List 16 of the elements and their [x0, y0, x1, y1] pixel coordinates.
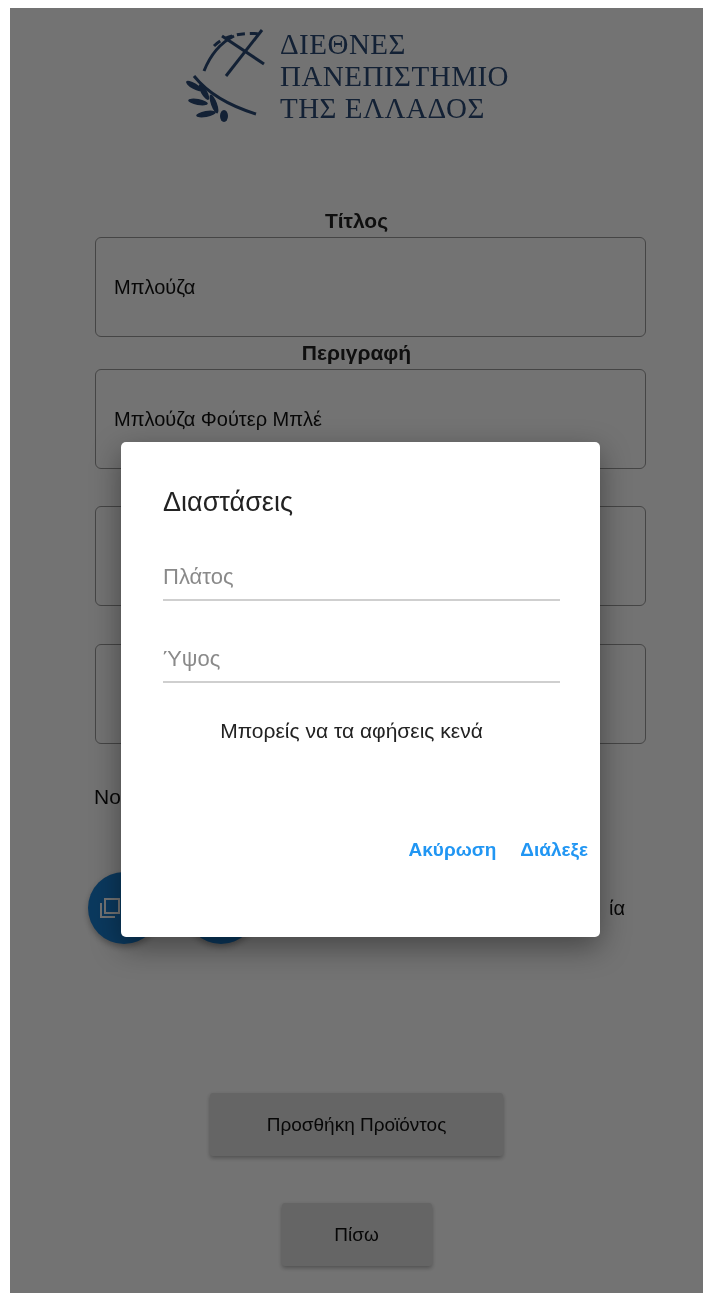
photo-caption: ία [609, 896, 625, 920]
field-label: Τίτλος [324, 209, 389, 233]
dimension-input[interactable]: Πλάτος [163, 555, 560, 601]
add-product-button[interactable]: Προσθήκη Προϊόντος [210, 1093, 503, 1156]
choose-button[interactable]: Διάλεξε [518, 835, 590, 865]
cancel-button[interactable]: Ακύρωση [406, 835, 499, 865]
dialog-title: Διαστάσεις [163, 486, 294, 519]
dialog-hint: Μπορείς να τα αφήσεις κενά [220, 719, 483, 743]
note-text: Νο [94, 785, 121, 809]
university-name: ΔΙΕΘΝΕΣ [279, 28, 407, 60]
field-label: Περιγραφή [301, 341, 412, 365]
university-name: ΤΗΣ ΕΛΛΑΔΟΣ [279, 92, 486, 124]
text-field[interactable]: Μπλούζα [95, 237, 646, 337]
back-button[interactable]: Πίσω [281, 1203, 432, 1266]
university-name: ΠΑΝΕΠΙΣΤΗΜΙΟ [279, 60, 510, 92]
dimension-input[interactable]: Ύψος [163, 637, 560, 683]
